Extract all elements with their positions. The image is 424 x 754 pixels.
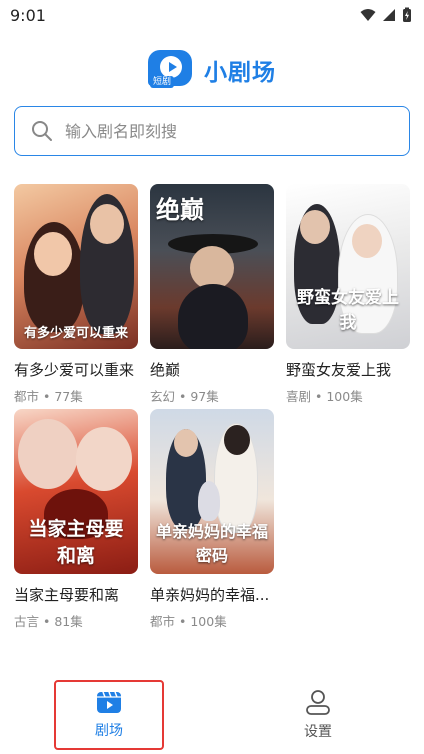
meta-separator: •	[43, 389, 51, 404]
drama-genre: 玄幻	[150, 389, 176, 404]
nav-settings[interactable]: 设置	[263, 680, 373, 750]
drama-title[interactable]: 野蛮女友爱上我	[286, 359, 410, 380]
drama-genre: 喜剧	[286, 389, 312, 404]
poster-face	[76, 427, 132, 491]
battery-icon	[403, 7, 411, 22]
poster-title: 当家主母要和离	[28, 518, 124, 567]
drama-meta: 都市 • 100集	[150, 611, 274, 630]
drama-poster[interactable]: 绝巅	[150, 184, 274, 349]
meta-separator: •	[179, 389, 187, 404]
drama-card[interactable]: 野蛮女友爱上我 野蛮女友爱上我 喜剧 • 100集	[286, 184, 410, 409]
meta-separator: •	[43, 614, 51, 629]
drama-grid: 有多少爱可以重来 有多少爱可以重来 都市 • 77集 绝巅 绝巅 玄幻 • 97…	[14, 184, 410, 634]
poster-face	[18, 419, 78, 489]
app-title: 小剧场	[204, 60, 276, 86]
drama-poster[interactable]: 野蛮女友爱上我	[286, 184, 410, 349]
search-input[interactable]	[65, 121, 385, 141]
drama-meta: 玄幻 • 97集	[150, 386, 274, 405]
drama-meta: 都市 • 77集	[14, 386, 138, 405]
poster-title: 绝巅	[156, 195, 204, 224]
poster-face	[90, 204, 124, 244]
poster-face	[352, 224, 382, 258]
drama-title[interactable]: 绝巅	[150, 359, 274, 380]
status-time: 9:01	[10, 5, 46, 25]
meta-separator: •	[315, 389, 323, 404]
drama-poster[interactable]: 当家主母要和离	[14, 409, 138, 574]
poster-title: 野蛮女友爱上我	[297, 288, 399, 333]
drama-episodes: 97集	[190, 389, 219, 404]
drama-card[interactable]: 有多少爱可以重来 有多少爱可以重来 都市 • 77集	[14, 184, 138, 409]
nav-theater-label: 剧场	[95, 723, 123, 739]
nav-theater[interactable]: 剧场	[54, 680, 164, 750]
drama-poster[interactable]: 有多少爱可以重来	[14, 184, 138, 349]
user-icon	[306, 690, 330, 715]
drama-genre: 古言	[14, 614, 40, 629]
poster-face	[34, 232, 72, 276]
drama-episodes: 100集	[326, 389, 363, 404]
drama-poster[interactable]: 单亲妈妈的幸福密码	[150, 409, 274, 574]
status-icons	[360, 7, 412, 23]
poster-figure	[178, 284, 248, 349]
drama-title[interactable]: 当家主母要和离	[14, 584, 138, 605]
app-logo: 短剧	[148, 50, 192, 90]
drama-card[interactable]: 单亲妈妈的幸福密码 单亲妈妈的幸福... 都市 • 100集	[150, 409, 274, 634]
search-box[interactable]	[14, 106, 410, 156]
signal-icon	[383, 9, 395, 21]
bottom-nav: 剧场 设置	[0, 680, 424, 754]
drama-card[interactable]: 当家主母要和离 当家主母要和离 古言 • 81集	[14, 409, 138, 634]
poster-title: 单亲妈妈的幸福密码	[156, 522, 269, 565]
drama-genre: 都市	[150, 614, 176, 629]
app-header: 短剧 小剧场	[0, 50, 424, 90]
poster-child	[198, 481, 220, 521]
poster-hair	[224, 425, 250, 455]
drama-genre: 都市	[14, 389, 40, 404]
drama-episodes: 81集	[54, 614, 83, 629]
search-icon	[32, 121, 52, 141]
logo-tag: 短剧	[150, 76, 175, 88]
drama-episodes: 100集	[190, 614, 227, 629]
nav-settings-label: 设置	[304, 724, 332, 740]
drama-title[interactable]: 单亲妈妈的幸福...	[150, 584, 274, 605]
status-bar: 9:01	[0, 0, 424, 30]
drama-title[interactable]: 有多少爱可以重来	[14, 359, 138, 380]
poster-face	[300, 210, 330, 244]
drama-meta: 喜剧 • 100集	[286, 386, 410, 405]
theater-icon	[97, 691, 121, 713]
meta-separator: •	[179, 614, 187, 629]
drama-card[interactable]: 绝巅 绝巅 玄幻 • 97集	[150, 184, 274, 409]
drama-episodes: 77集	[54, 389, 83, 404]
poster-face	[174, 429, 198, 457]
drama-meta: 古言 • 81集	[14, 611, 138, 630]
play-icon	[160, 56, 182, 78]
wifi-icon	[360, 9, 376, 21]
poster-title: 有多少爱可以重来	[23, 326, 128, 341]
